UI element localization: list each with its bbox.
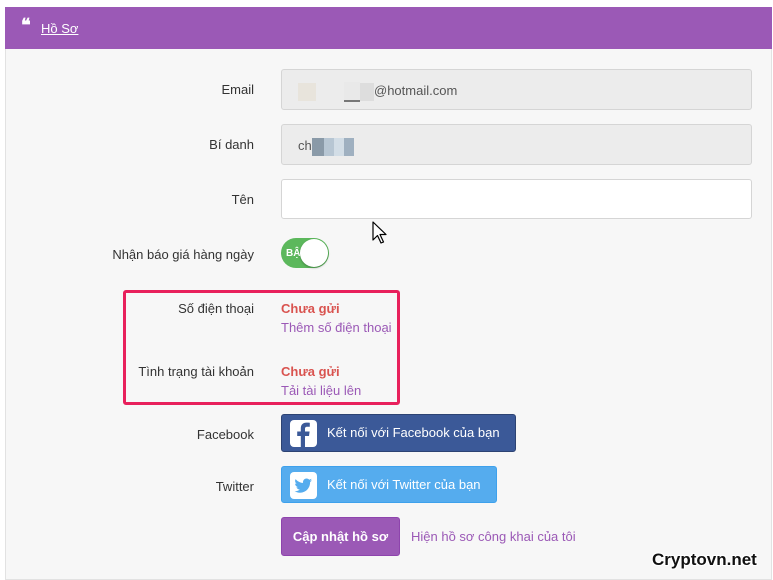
price-alert-label: Nhận báo giá hàng ngày <box>112 247 254 262</box>
email-field: @hotmail.com <box>281 69 752 110</box>
phone-status: Chưa gửi <box>281 301 340 316</box>
update-profile-button[interactable]: Cập nhật hồ sơ <box>281 517 400 556</box>
phone-label: Số điện thoại <box>178 301 254 316</box>
alias-label: Bí danh <box>209 137 254 152</box>
connect-twitter-button[interactable]: Kết nối với Twitter của bạn <box>281 466 497 503</box>
account-status-label: Tình trạng tài khoản <box>138 364 254 379</box>
twitter-label: Twitter <box>215 479 254 494</box>
public-profile-link[interactable]: Hiện hồ sơ công khai của tôi <box>411 529 576 544</box>
toggle-knob <box>300 239 328 267</box>
twitter-button-label: Kết nối với Twitter của bạn <box>327 477 481 492</box>
alias-field: ch <box>281 124 752 165</box>
connect-facebook-button[interactable]: Kết nối với Facebook của bạn <box>281 414 516 452</box>
facebook-button-label: Kết nối với Facebook của bạn <box>327 425 500 440</box>
facebook-icon <box>290 420 317 447</box>
redacted-block <box>333 137 344 156</box>
name-input[interactable] <box>281 179 752 219</box>
upload-documents-link[interactable]: Tải tài liệu lên <box>281 383 361 398</box>
add-phone-link[interactable]: Thêm số điện thoại <box>281 320 392 335</box>
header-title[interactable]: Hồ Sơ <box>41 21 78 36</box>
twitter-icon <box>290 472 317 499</box>
facebook-label: Facebook <box>196 427 254 442</box>
name-label: Tên <box>231 192 254 207</box>
redacted-block <box>311 137 324 156</box>
email-label: Email <box>221 82 254 97</box>
account-status-value: Chưa gửi <box>281 364 340 379</box>
redacted-block <box>360 82 374 101</box>
redacted-block <box>344 81 360 102</box>
price-alert-toggle[interactable]: BẬ <box>281 238 329 268</box>
email-value: @hotmail.com <box>374 83 458 98</box>
alias-value: ch <box>298 138 312 153</box>
watermark: Cryptovn.net <box>652 550 757 569</box>
mouse-cursor-icon <box>372 221 387 244</box>
redacted-block <box>323 137 334 156</box>
redacted-block <box>343 137 354 156</box>
profile-header: ❝ Hồ Sơ <box>5 7 772 49</box>
quote-icon: ❝ <box>21 15 31 36</box>
toggle-text: BẬ <box>286 248 301 259</box>
redacted-block <box>298 82 316 101</box>
